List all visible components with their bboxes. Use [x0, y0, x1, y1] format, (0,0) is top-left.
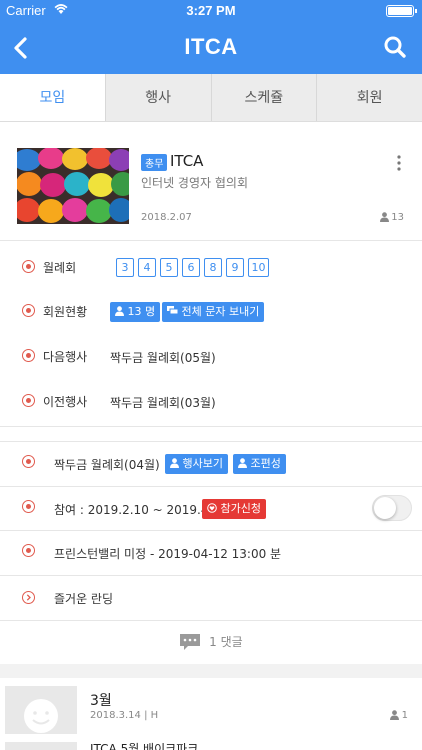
group-thumbnail — [17, 148, 129, 224]
next-event-value: 짝두금 월례회(05월) — [110, 351, 216, 365]
tab-meeting[interactable]: 모임 — [0, 74, 106, 121]
join-event-button-label: 참가신청 — [220, 502, 261, 515]
chat-icon — [167, 306, 179, 315]
list-item-count: 1 — [389, 710, 408, 721]
prev-event-label: 이전행사 — [43, 395, 88, 409]
monthly-label: 월례회 — [43, 261, 77, 275]
list-item-count-value: 1 — [401, 710, 408, 721]
avatar — [5, 686, 77, 734]
list-item-date: 2018.3.14 | H — [90, 710, 159, 721]
event-title: 짝두금 월례회(04월) — [54, 458, 160, 472]
send-sms-button-label: 전체 문자 보내기 — [181, 305, 260, 318]
members-label: 회원현황 — [43, 305, 88, 319]
tab-schedule[interactable]: 스케쥴 — [212, 74, 318, 121]
month-number[interactable]: 6 — [182, 258, 200, 277]
member-count-value: 13 — [391, 212, 404, 223]
tab-bar: 모임 행사 스케쥴 회원 — [0, 74, 422, 122]
member-count-button[interactable]: 13 명 — [110, 302, 161, 322]
more-vertical-icon[interactable] — [396, 154, 402, 172]
group-subtitle: 인터넷 경영자 협의회 — [141, 176, 248, 190]
person-icon — [170, 458, 179, 468]
person-icon — [389, 710, 399, 720]
month-number[interactable]: 4 — [138, 258, 156, 277]
group-date: 2018.2.07 — [141, 212, 192, 223]
bullet-icon — [22, 544, 35, 557]
month-number[interactable]: 8 — [204, 258, 222, 277]
event-place-time: 프린스턴밸리 미정 - 2019-04-12 13:00 분 — [54, 547, 282, 561]
divider — [0, 240, 422, 241]
role-badge: 총무 — [141, 154, 168, 171]
nav-bar: ITCA — [0, 22, 422, 74]
comment-icon — [180, 634, 201, 650]
avatar — [5, 742, 77, 750]
group-card[interactable]: 총무 ITCA 인터넷 경영자 협의회 2018.2.07 13 — [0, 122, 422, 240]
section-gap — [0, 664, 422, 678]
list-item-title: ITCA 5월 배이크파크 — [90, 742, 199, 750]
team-assign-button-label: 조편성 — [250, 457, 281, 470]
month-number[interactable]: 10 — [248, 258, 269, 277]
view-event-button[interactable]: 행사보기 — [165, 454, 228, 474]
month-number[interactable]: 3 — [116, 258, 134, 277]
battery-icon — [386, 5, 417, 17]
bullet-icon — [22, 394, 35, 407]
status-bar: Carrier 3:27 PM — [0, 0, 422, 22]
tab-events[interactable]: 행사 — [106, 74, 212, 121]
view-event-button-label: 행사보기 — [182, 457, 223, 470]
chevron-right-circle-icon — [22, 591, 35, 604]
divider — [0, 426, 422, 427]
prev-event-value: 짝두금 월례회(03월) — [110, 396, 216, 410]
page-title: ITCA — [184, 34, 238, 59]
list-item[interactable]: 3월 2018.3.14 | H 1 — [0, 678, 422, 738]
member-count: 13 — [380, 212, 404, 223]
event-note: 즐거운 란딩 — [54, 592, 114, 606]
team-assign-button[interactable]: 조편성 — [233, 454, 286, 474]
month-number[interactable]: 9 — [226, 258, 244, 277]
month-number[interactable]: 5 — [160, 258, 178, 277]
bullet-icon — [22, 455, 35, 468]
list-item-title: 3월 — [90, 693, 112, 709]
clock: 3:27 PM — [186, 3, 236, 18]
member-count-button-label: 13 명 — [127, 305, 156, 318]
list-item[interactable]: ITCA 5월 배이크파크 — [0, 740, 422, 750]
search-icon[interactable] — [382, 34, 408, 60]
bullet-icon — [22, 260, 35, 273]
join-event-button[interactable]: 참가신청 — [202, 499, 266, 519]
bullet-icon — [22, 349, 35, 362]
toggle-knob — [374, 497, 396, 519]
comments-count: 1 댓글 — [209, 635, 243, 649]
person-icon — [238, 458, 247, 468]
bullet-icon — [22, 304, 35, 317]
bullet-icon — [22, 500, 35, 513]
heart-icon — [207, 503, 217, 513]
tab-members[interactable]: 회원 — [317, 74, 422, 121]
group-name: ITCA — [170, 152, 204, 170]
send-sms-button[interactable]: 전체 문자 보내기 — [162, 302, 265, 322]
person-icon — [380, 212, 390, 222]
month-number-list: 3 4 5 6 8 9 10 — [116, 258, 269, 277]
person-icon — [115, 306, 124, 316]
comments-link[interactable]: 1 댓글 — [0, 620, 422, 664]
next-event-label: 다음행사 — [43, 350, 88, 364]
participation-toggle[interactable] — [372, 495, 412, 521]
